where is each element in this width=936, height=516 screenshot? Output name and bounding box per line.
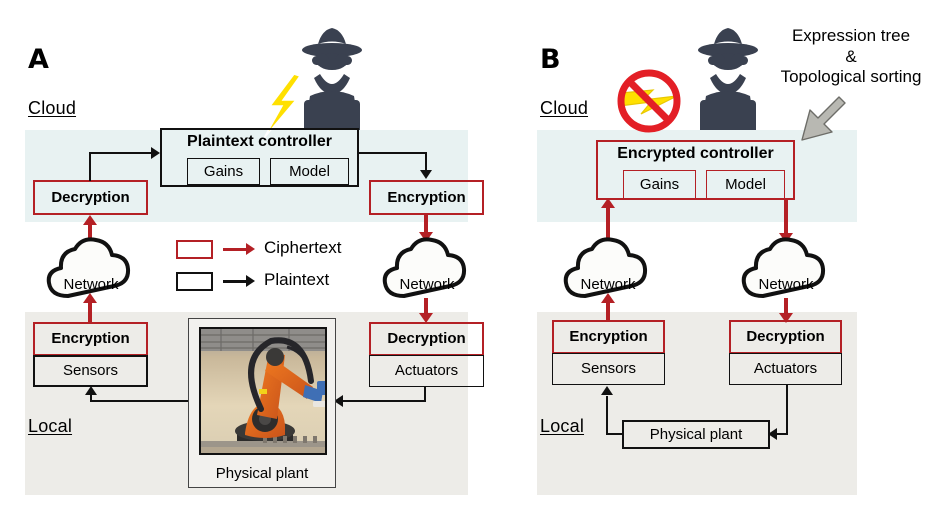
panel-a-arrowhead-dec-up — [83, 215, 97, 225]
panel-b-line-plant-to-sensors-h — [606, 433, 624, 435]
panel-a-local-decryption: Decryption — [369, 322, 484, 356]
panel-a-physical-plant-photo — [199, 327, 327, 455]
panel-b-arrowhead-ctrl-up — [601, 198, 615, 208]
panel-b-local-encryption: Encryption — [552, 320, 665, 354]
legend-ciphertext-swatch — [176, 240, 213, 259]
panel-b-annotation-line3: Topological sorting — [780, 67, 922, 87]
panel-a-arrowhead-to-enc — [420, 170, 432, 179]
panel-b-no-entry-icon — [613, 60, 699, 140]
panel-b-local-actuators: Actuators — [729, 353, 842, 385]
panel-a-local-actuators: Actuators — [369, 355, 484, 387]
panel-a-arrowhead-sensors-up — [85, 386, 97, 395]
panel-b-controller-model: Model — [706, 170, 785, 199]
panel-a-letter: A — [28, 44, 49, 75]
panel-b-annotation-line1: Expression tree — [791, 26, 911, 45]
panel-a-line-act-to-plant-h — [342, 400, 426, 402]
panel-b-annotation: Expression tree & Topological sorting — [766, 26, 936, 88]
panel-b-cloud-right-label: Network — [758, 276, 814, 293]
legend-ciphertext-arrow-head — [246, 243, 255, 255]
panel-b-controller-title: Encrypted controller — [617, 145, 774, 162]
panel-a-red-enc-to-cloud-left — [88, 300, 92, 322]
panel-b-local-decryption: Decryption — [729, 320, 842, 354]
legend-ciphertext-label: Ciphertext — [264, 238, 342, 257]
panel-a-line-ctrl-to-enc-h — [358, 152, 427, 154]
panel-b-line-plant-to-sensors-v — [606, 396, 608, 434]
panel-b-arrowhead-plant-left — [768, 428, 777, 440]
panel-a-cloud-encryption: Encryption — [369, 180, 484, 215]
panel-a-local-encryption: Encryption — [33, 322, 148, 356]
panel-b-cloud-label: Cloud — [540, 98, 589, 118]
panel-a-line-dec-to-ctrl-v — [89, 152, 91, 181]
panel-a-network-cloud-right: Network — [380, 232, 474, 302]
panel-b-physical-plant: Physical plant — [622, 420, 770, 449]
panel-a-cloud-left-label: Network — [63, 276, 119, 293]
legend-plaintext-arrow-head — [246, 275, 255, 287]
panel-a-line-dec-to-ctrl-h — [89, 152, 152, 154]
figure-canvas: A Cloud Local Plaintext controller Gains… — [0, 0, 936, 516]
panel-b-annotation-line2: & — [845, 46, 857, 66]
panel-b-gray-arrow-icon — [790, 94, 852, 150]
legend-plaintext-label: Plaintext — [264, 270, 330, 289]
panel-b-arrowhead-sensors-up — [601, 386, 613, 395]
panel-b-line-act-to-plant-h — [776, 433, 788, 435]
panel-b-network-cloud-left: Network — [561, 232, 655, 302]
panel-a-plaintext-controller: Plaintext controller Gains Model — [160, 128, 359, 187]
panel-b-arrowhead-cloud-left-up — [601, 293, 615, 303]
panel-a-physical-plant-caption: Physical plant — [215, 465, 309, 482]
panel-a-line-plant-to-sensors-v — [90, 394, 92, 402]
panel-a-cloud-right-label: Network — [399, 276, 455, 293]
panel-b-cloud-left-label: Network — [580, 276, 636, 293]
panel-a-physical-plant-frame: Physical plant — [188, 318, 336, 488]
panel-a-cloud-label: Cloud — [28, 98, 77, 118]
panel-a-arrowhead-to-ctrl — [151, 147, 160, 159]
panel-a-arrowhead-cloud-left-up — [83, 293, 97, 303]
panel-b-line-act-to-plant-v — [786, 385, 788, 433]
panel-b-local-sensors: Sensors — [552, 353, 665, 385]
legend-ciphertext-arrow-line — [223, 248, 247, 251]
panel-b-red-enc-to-cloud-left — [606, 300, 610, 322]
panel-b-local-label: Local — [540, 416, 585, 436]
panel-a-controller-gains: Gains — [187, 158, 260, 185]
panel-a-local-sensors: Sensors — [33, 355, 148, 387]
panel-a-local-label: Local — [28, 416, 73, 436]
panel-b-letter: B — [540, 44, 561, 75]
panel-b-network-cloud-right: Network — [739, 232, 833, 302]
legend-plaintext-swatch — [176, 272, 213, 291]
panel-a-controller-title: Plaintext controller — [187, 133, 332, 150]
panel-a-cloud-decryption: Decryption — [33, 180, 148, 215]
legend-plaintext-arrow-line — [223, 280, 247, 283]
panel-a-controller-model: Model — [270, 158, 349, 185]
panel-b-encrypted-controller: Encrypted controller Gains Model — [596, 140, 795, 200]
panel-a-line-ctrl-to-enc-v — [425, 152, 427, 172]
panel-a-network-cloud-left: Network — [44, 232, 138, 302]
panel-b-controller-gains: Gains — [623, 170, 696, 199]
panel-a-line-act-to-plant-v — [424, 387, 426, 401]
